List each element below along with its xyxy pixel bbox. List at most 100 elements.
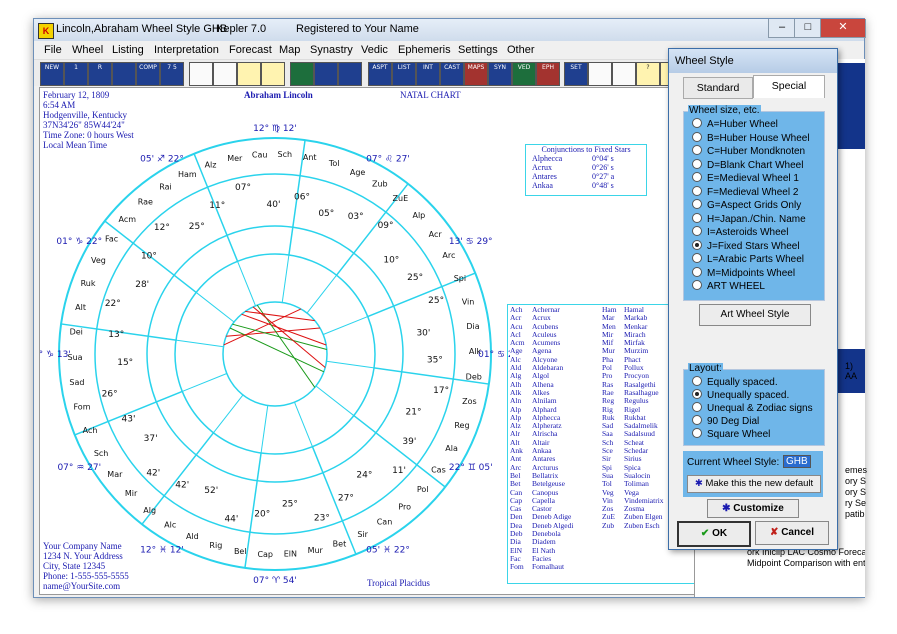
wheel-option-radio[interactable]: M=Midpoints Wheel [692,266,796,280]
tab-standard[interactable]: Standard [683,77,753,99]
menu-wheel[interactable]: Wheel [72,44,103,56]
outer-star-label: Cas [431,465,446,474]
chart-b-icon[interactable] [314,62,338,86]
layout-option-radio[interactable]: Equally spaced. [692,376,778,389]
outer-star-label: Deb [466,372,482,381]
wheel-option-radio[interactable]: F=Medieval Wheel 2 [692,185,798,199]
wheel-option-radio[interactable]: L=Arabic Parts Wheel [692,253,804,266]
ok-button[interactable]: ✔ OK [677,521,751,547]
cast-icon[interactable]: CAST [440,62,464,86]
close-button[interactable]: ✕ [820,19,866,38]
list-icon[interactable]: LIST [392,62,416,86]
planet-degree-label: 03° [348,212,364,222]
layout-option-radio[interactable]: Unequally spaced. [692,389,789,402]
make-default-button[interactable]: ✱ Make this the new default [687,475,821,493]
set-icon[interactable]: SET [564,62,588,86]
calc-icon[interactable]: 7 5 [160,62,184,86]
wheel-option-radio[interactable]: I=Asteroids Wheel [692,226,788,239]
wheel-r-icon[interactable]: R [88,62,112,86]
wheel-option-radio[interactable]: D=Blank Chart Wheel [692,158,803,172]
radio-circle [692,226,702,236]
mail-icon[interactable] [261,62,285,86]
check-icon: ✔ [700,528,710,539]
planet-degree-label: 27° [338,493,354,503]
aspect-line [229,327,325,373]
menu-vedic[interactable]: Vedic [361,44,388,56]
art-wheel-style-button[interactable]: Art Wheel Style [699,304,811,326]
outer-star-label: Mur [308,546,324,555]
current-style-field[interactable]: GHB [783,455,811,468]
house-cusp-label: 22° ♊ 05' [449,463,493,473]
layout-option-label: Unequally spaced. [707,390,790,401]
outer-star-label: Fac [105,235,118,244]
save-icon[interactable] [189,62,213,86]
wheel-option-radio[interactable]: J=Fixed Stars Wheel [692,239,800,253]
wheel-ring [174,253,376,455]
planet-degree-label: 13° [108,330,124,340]
eph-icon[interactable]: EPH [536,62,560,86]
wheel-tri-icon[interactable] [112,62,136,86]
aspects-icon[interactable]: ASPT [368,62,392,86]
int-icon[interactable]: INT [416,62,440,86]
chart-a-icon[interactable] [290,62,314,86]
tab-special[interactable]: Special [753,75,825,98]
layout-option-radio[interactable]: Square Wheel [692,428,770,441]
star-name: Fomalhaut [532,562,565,572]
menu-other[interactable]: Other [507,44,535,56]
planet-degree-label: 25° [407,273,423,283]
house-inner-line [213,394,244,434]
customize-button[interactable]: ✱ Customize [707,499,799,518]
menu-ephemeris[interactable]: Ephemeris [398,44,451,56]
menu-forecast[interactable]: Forecast [229,44,272,56]
clock-icon[interactable] [588,62,612,86]
menu-listing[interactable]: Listing [112,44,144,56]
outer-star-label: Zos [462,397,477,406]
layout-option-radio[interactable]: Unequal & Zodiac signs [692,402,813,415]
layout-option-label: Unequal & Zodiac signs [707,403,813,414]
timer-icon[interactable] [612,62,636,86]
planet-degree-label: 06° [294,192,310,202]
outer-star-label: Mer [227,154,243,163]
layout-option-radio[interactable]: 90 Deg Dial [692,415,759,428]
asterisk-icon: ✱ [694,478,703,489]
menu-map[interactable]: Map [279,44,300,56]
wheel-size-label: Wheel size, etc. [688,105,761,116]
conjunction-orb: 0°27' a [592,172,615,181]
outer-star-label: Cap [257,550,273,559]
outer-star-label: Can [377,517,393,526]
outer-star-label: Alg [143,506,156,515]
outer-star-label: Spi [454,274,466,283]
minimize-button[interactable]: – [768,19,796,38]
wheel-option-radio[interactable]: H=Japan./Chin. Name [692,212,806,226]
new-chart-icon[interactable]: NEW [40,62,64,86]
house-inner-line [175,339,224,348]
ved-icon[interactable]: VED [512,62,536,86]
comp-icon[interactable]: COMP [136,62,160,86]
wheel-option-radio[interactable]: E=Medieval Wheel 1 [692,172,799,185]
wheel-option-radio[interactable]: ART WHEEL [692,280,765,293]
planet-degree-label: 26° [102,389,118,399]
maps-icon[interactable]: MAPS [464,62,488,86]
maximize-button[interactable]: □ [794,19,822,38]
syn-icon[interactable]: SYN [488,62,512,86]
background-line: 1) AA [845,361,858,381]
print-icon[interactable] [237,62,261,86]
menu-interpretation[interactable]: Interpretation [154,44,219,56]
copy-icon[interactable] [213,62,237,86]
radio-circle [692,266,702,277]
menu-file[interactable]: File [44,44,62,56]
wheel-option-radio[interactable]: G=Aspect Grids Only [692,199,801,212]
chart-c-icon[interactable] [338,62,362,86]
planet-degree-label: 05° [318,209,334,219]
cancel-button[interactable]: ✘ Cancel [755,521,829,545]
wheel-option-radio[interactable]: A=Huber Wheel [692,118,778,131]
planet-degree-label: 44' [224,514,238,524]
wheel-option-radio[interactable]: C=Huber Mondknoten [692,145,805,158]
wheel-option-label: M=Midpoints Wheel [707,267,796,279]
outer-star-label: Mir [125,489,138,498]
wheel-option-radio[interactable]: B=Huber House Wheel [692,131,810,145]
menu-synastry[interactable]: Synastry [310,44,353,56]
help-icon[interactable]: ? [636,62,660,86]
wheel-icon[interactable]: 1 [64,62,88,86]
menu-settings[interactable]: Settings [458,44,498,56]
